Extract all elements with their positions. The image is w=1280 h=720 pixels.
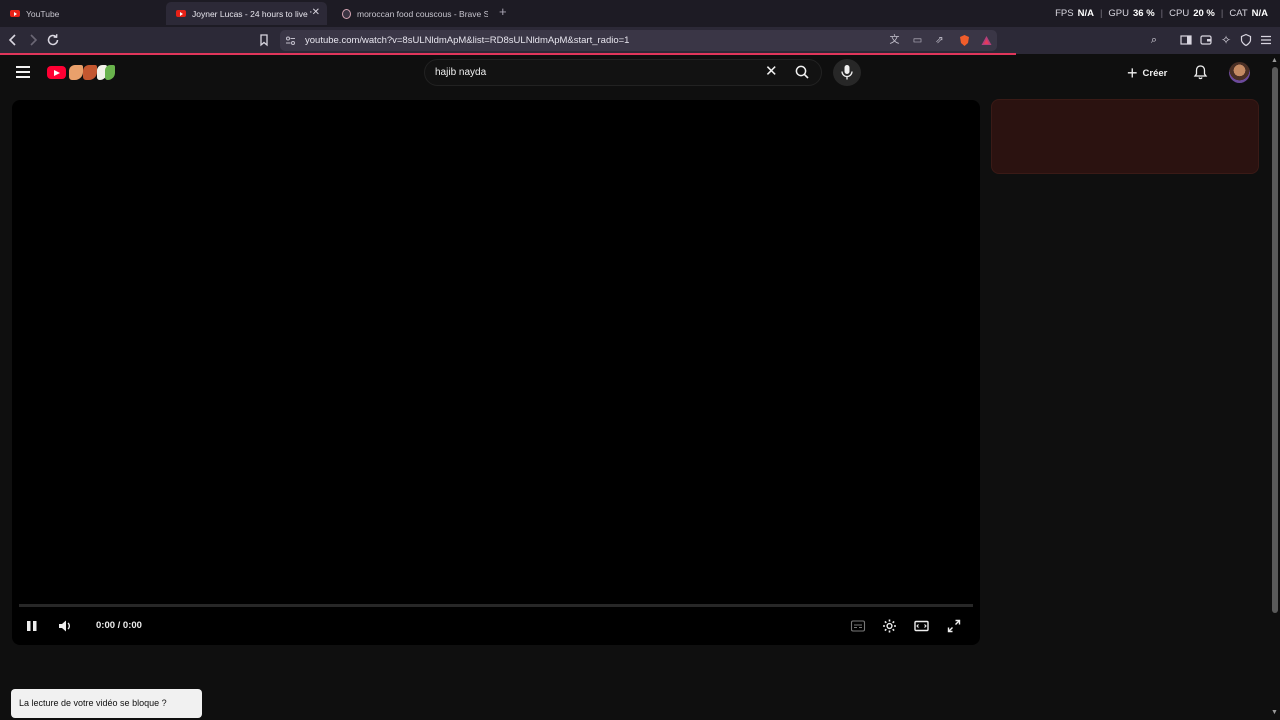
settings-gear-icon[interactable] xyxy=(881,618,898,634)
create-label: Créer xyxy=(1142,67,1168,79)
tab-joyner-lucas[interactable]: Joyner Lucas - 24 hours to live " ✕ xyxy=(166,2,327,25)
pause-icon[interactable] xyxy=(25,618,39,634)
url-text: youtube.com/watch?v=8sULNldmApM&list=RD8… xyxy=(305,35,630,46)
site-settings-icon[interactable] xyxy=(284,34,297,47)
theater-mode-icon[interactable] xyxy=(913,618,930,634)
page-scrollbar[interactable]: ▲ ▼ xyxy=(1270,55,1280,720)
bookmark-icon[interactable] xyxy=(256,32,272,48)
reload-icon[interactable] xyxy=(45,32,61,48)
youtube-icon xyxy=(176,10,186,17)
youtube-masthead: hajib nayda ✕ + Créer xyxy=(0,55,1270,91)
subtitles-icon[interactable] xyxy=(850,618,866,634)
stat-cpu: CPU 20 % xyxy=(1169,8,1215,19)
translate-icon[interactable]: 文 xyxy=(888,34,901,47)
scroll-down-icon[interactable]: ▼ xyxy=(1271,709,1278,716)
search-box[interactable]: hajib nayda ✕ xyxy=(424,59,822,86)
scroll-up-icon[interactable]: ▲ xyxy=(1271,57,1278,64)
volume-icon[interactable] xyxy=(57,618,73,634)
wallet-icon[interactable] xyxy=(1198,32,1214,48)
brave-rewards-icon[interactable] xyxy=(980,34,993,47)
tab-youtube[interactable]: YouTube xyxy=(0,2,162,25)
guide-menu-icon[interactable] xyxy=(16,66,30,78)
new-tab-button[interactable]: + xyxy=(499,5,507,19)
tab-title: Joyner Lucas - 24 hours to live " xyxy=(192,8,312,19)
browser-tab-strip: YouTube Joyner Lucas - 24 hours to live … xyxy=(0,0,1280,27)
forward-icon[interactable] xyxy=(25,32,41,48)
tab-title: moroccan food couscous - Brave Sea xyxy=(357,8,488,19)
youtube-icon xyxy=(10,10,20,17)
sidebar-icon[interactable] xyxy=(1178,32,1194,48)
main-menu-icon[interactable] xyxy=(1258,32,1274,48)
cast-icon[interactable]: ▭ xyxy=(911,34,924,47)
brave-shields-icon[interactable] xyxy=(957,34,972,47)
clear-search-icon[interactable]: ✕ xyxy=(765,63,778,81)
search-icon[interactable] xyxy=(795,65,809,79)
doodle-icon xyxy=(83,65,97,80)
back-icon[interactable] xyxy=(5,32,21,48)
youtube-logo[interactable] xyxy=(47,64,117,82)
tab-brave-search[interactable]: moroccan food couscous - Brave Sea xyxy=(332,2,488,25)
browser-toolbar: youtube.com/watch?v=8sULNldmApM&list=RD8… xyxy=(0,27,1280,54)
brave-search-icon xyxy=(342,8,351,19)
sidebar-placeholder-card xyxy=(991,99,1259,174)
stat-gpu: GPU 36 % xyxy=(1108,8,1155,19)
leo-ai-icon[interactable]: ✧ xyxy=(1218,32,1234,48)
doodle-icon xyxy=(69,65,83,80)
avatar[interactable] xyxy=(1229,62,1250,83)
voice-search-button[interactable] xyxy=(833,59,861,86)
youtube-play-logo-icon xyxy=(47,66,66,79)
create-button[interactable]: + Créer xyxy=(1127,62,1167,84)
search-input[interactable]: hajib nayda xyxy=(435,67,486,78)
vpn-icon[interactable] xyxy=(1238,32,1254,48)
share-icon[interactable]: ⇗ xyxy=(933,34,946,47)
playback-issue-toast[interactable]: La lecture de votre vidéo se bloque ? xyxy=(11,689,202,718)
performance-stats: FPS N/A | GPU 36 % | CPU 20 % | CAT N/A xyxy=(1055,8,1268,19)
scrollbar-thumb[interactable] xyxy=(1272,67,1278,613)
address-bar[interactable]: youtube.com/watch?v=8sULNldmApM&list=RD8… xyxy=(280,30,997,51)
plus-icon: + xyxy=(1127,63,1138,83)
notifications-bell-icon[interactable] xyxy=(1193,64,1208,80)
video-player[interactable]: 0:00 / 0:00 xyxy=(12,100,980,645)
close-tab-icon[interactable]: ✕ xyxy=(312,7,320,18)
doodle-icon xyxy=(105,65,115,80)
stat-fps: FPS N/A xyxy=(1055,8,1094,19)
tab-search-icon[interactable]: ⌕ xyxy=(1146,32,1162,48)
fullscreen-icon[interactable] xyxy=(946,618,962,634)
tab-title: YouTube xyxy=(26,8,60,19)
stat-cat: CAT N/A xyxy=(1229,8,1268,19)
video-time: 0:00 / 0:00 xyxy=(96,620,142,631)
video-progress-bar[interactable] xyxy=(19,604,973,607)
microphone-icon xyxy=(841,65,853,80)
